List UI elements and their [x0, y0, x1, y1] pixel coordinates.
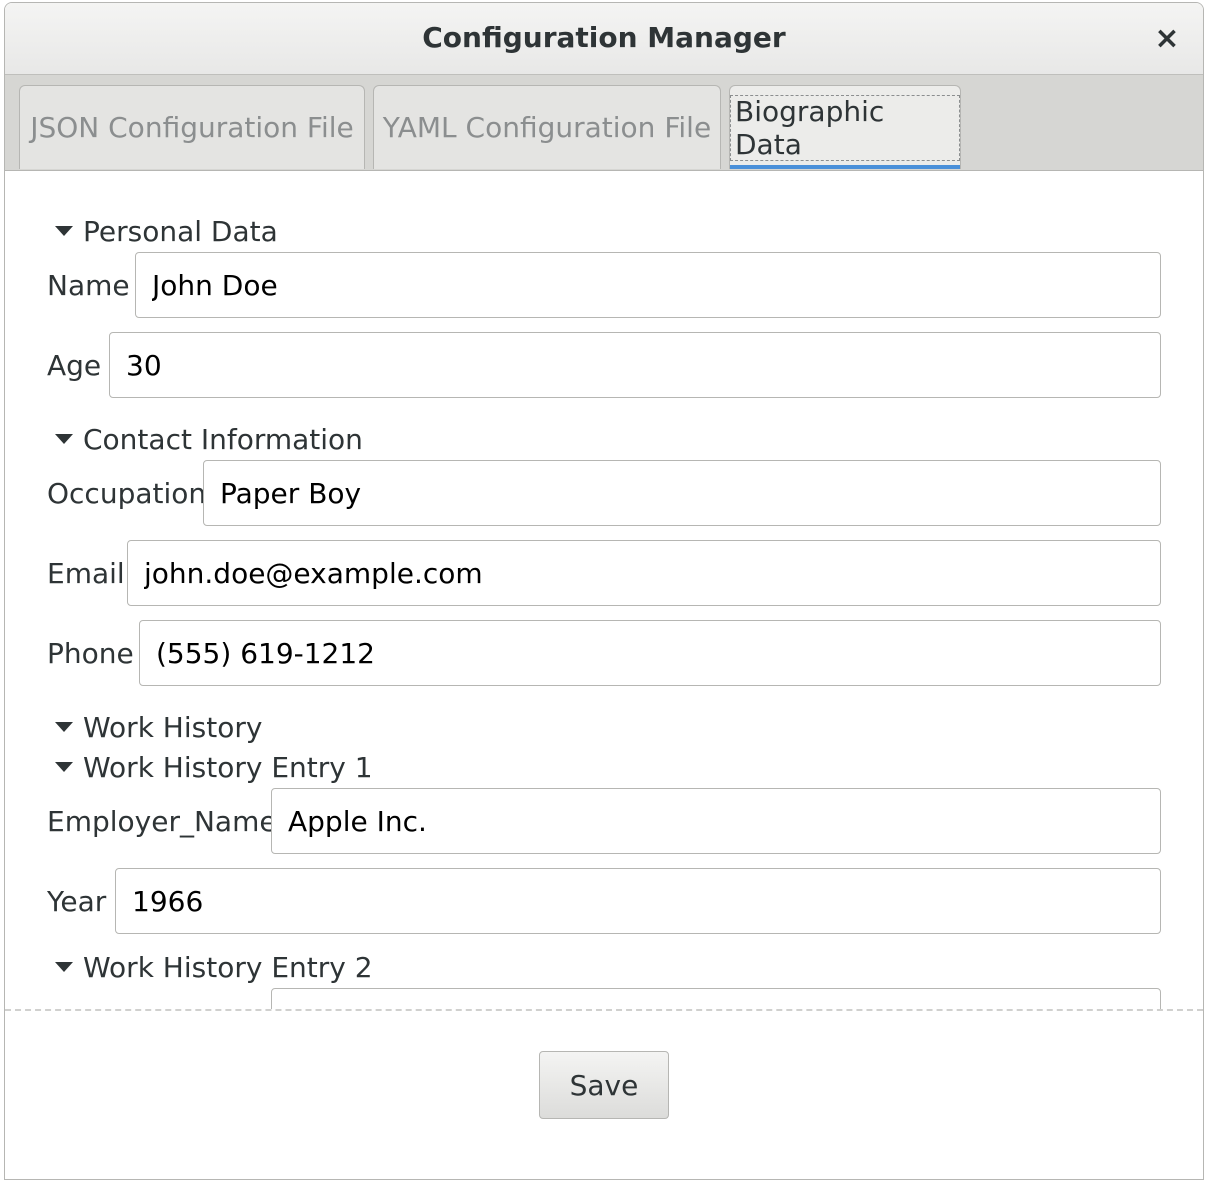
- tab-json-configuration[interactable]: JSON Configuration File: [19, 85, 365, 169]
- year-input[interactable]: [115, 868, 1161, 934]
- expander-arrow-icon: [55, 434, 73, 444]
- tab-yaml-configuration[interactable]: YAML Configuration File: [373, 85, 721, 169]
- contact-information-expander[interactable]: Contact Information: [51, 421, 363, 457]
- section-header: Contact Information: [83, 422, 363, 456]
- save-button[interactable]: Save: [539, 1051, 669, 1119]
- tab-label: YAML Configuration File: [382, 111, 712, 144]
- biographic-data-form[interactable]: Personal Data Name Age Contact Informati…: [5, 172, 1203, 1009]
- year-label: Year: [47, 884, 107, 918]
- email-input[interactable]: [127, 540, 1161, 606]
- close-icon[interactable]: ×: [1149, 21, 1185, 57]
- tab-biographic-data[interactable]: Biographic Data: [729, 85, 961, 169]
- work-history-expander[interactable]: Work History: [51, 709, 262, 745]
- window-title: Configuration Manager: [422, 21, 786, 54]
- personal-data-expander[interactable]: Personal Data: [51, 213, 278, 249]
- section-header: Personal Data: [83, 214, 278, 248]
- section-header: Work History Entry 1: [83, 750, 373, 784]
- email-label: Email: [47, 556, 125, 590]
- name-label: Name: [47, 268, 130, 302]
- occupation-input[interactable]: [203, 460, 1161, 526]
- tab-label: JSON Configuration File: [30, 111, 354, 144]
- tab-label: Biographic Data: [735, 94, 885, 161]
- employer-name-input-clipped[interactable]: [271, 988, 1161, 1009]
- work-history-entry-2-expander[interactable]: Work History Entry 2: [51, 949, 373, 985]
- tab-focus-ring: Biographic Data: [730, 94, 960, 161]
- expander-arrow-icon: [55, 722, 73, 732]
- scroll-edge-indicator: [5, 1009, 1203, 1011]
- expander-arrow-icon: [55, 226, 73, 236]
- phone-input[interactable]: [139, 620, 1161, 686]
- tab-bar: JSON Configuration File YAML Configurati…: [5, 75, 1203, 171]
- configuration-manager-window: Configuration Manager × JSON Configurati…: [4, 2, 1204, 1180]
- age-input[interactable]: [109, 332, 1161, 398]
- section-header: Work History: [83, 710, 263, 744]
- occupation-label: Occupation: [47, 476, 207, 510]
- expander-arrow-icon: [55, 962, 73, 972]
- section-header: Work History Entry 2: [83, 950, 373, 984]
- employer-name-input[interactable]: [271, 788, 1161, 854]
- title-bar[interactable]: Configuration Manager ×: [5, 3, 1203, 75]
- phone-label: Phone: [47, 636, 134, 670]
- expander-arrow-icon: [55, 762, 73, 772]
- name-input[interactable]: [135, 252, 1161, 318]
- work-history-entry-1-expander[interactable]: Work History Entry 1: [51, 749, 373, 785]
- employer-name-label: Employer_Name: [47, 804, 277, 838]
- active-tab-indicator: [730, 165, 960, 169]
- age-label: Age: [47, 348, 102, 382]
